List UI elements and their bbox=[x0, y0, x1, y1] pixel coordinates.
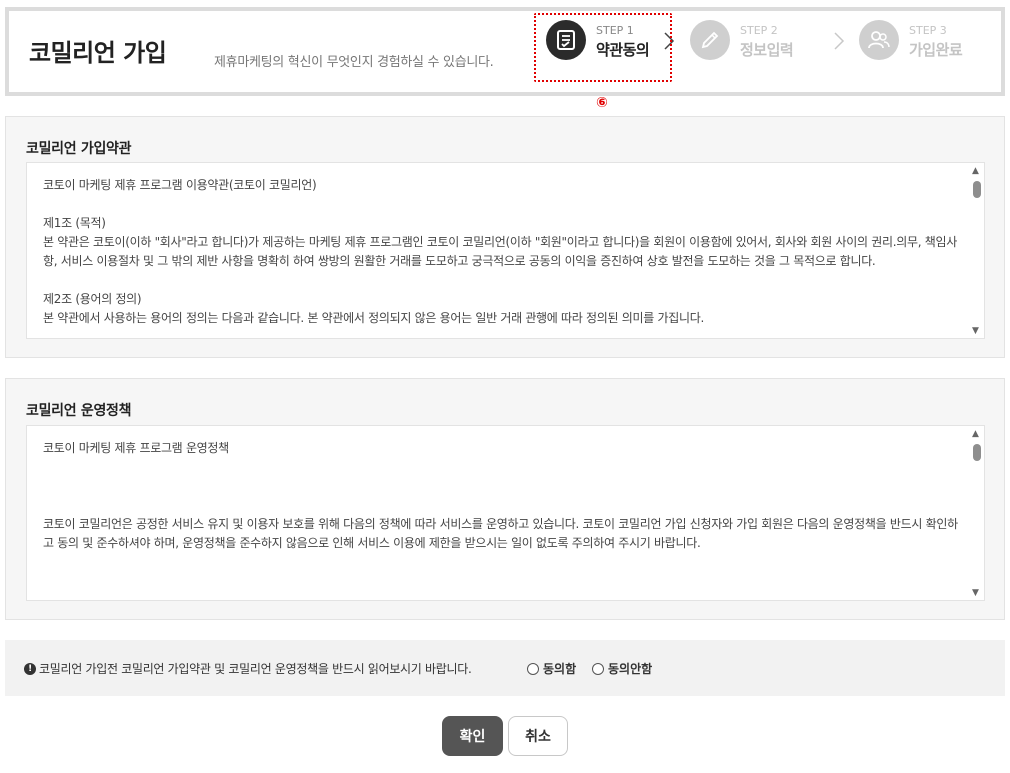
scroll-down-arrow-icon[interactable]: ▼ bbox=[972, 588, 979, 598]
radio-circle[interactable] bbox=[527, 662, 539, 675]
page-title: 코밀리언 가입 bbox=[29, 39, 167, 67]
step-highlight-box bbox=[534, 13, 672, 82]
disagree-radio[interactable]: 동의안함 bbox=[592, 660, 652, 677]
scroll-up-arrow-icon[interactable]: ▲ bbox=[972, 429, 979, 439]
policy-scrollbar[interactable]: ▲ ▼ bbox=[970, 426, 984, 600]
disagree-label[interactable]: 동의안함 bbox=[608, 660, 652, 677]
page-subtitle: 제휴마케팅의 혁신이 무엇인지 경험하실 수 있습니다. bbox=[214, 55, 494, 70]
step-2-name: 정보입력 bbox=[740, 41, 794, 59]
info-icon: ! bbox=[24, 662, 36, 675]
terms-textarea[interactable]: 코토이 마케팅 제휴 프로그램 이용약관(코토이 코밀리언) 제1조 (목적) … bbox=[26, 162, 985, 339]
policy-textarea[interactable]: 코토이 마케팅 제휴 프로그램 운영정책 코토이 코밀리언은 공정한 서비스 유… bbox=[26, 425, 985, 601]
confirm-button[interactable]: 확인 bbox=[442, 716, 503, 756]
scroll-up-arrow-icon[interactable]: ▲ bbox=[972, 166, 979, 176]
terms-paragraph: 본 약관에서 사용하는 용어의 정의는 다음과 같습니다. 본 약관에서 정의되… bbox=[43, 311, 704, 325]
scrollbar-thumb[interactable] bbox=[973, 181, 981, 198]
terms-paragraph: 제2조 (용어의 정의) bbox=[43, 292, 142, 306]
step-2-number: STEP 2 bbox=[740, 24, 778, 37]
step-3-number: STEP 3 bbox=[909, 24, 947, 37]
terms-title: 코밀리언 가입약관 bbox=[26, 141, 132, 157]
annotation-marker: ⑥ bbox=[596, 95, 608, 111]
scroll-down-arrow-icon[interactable]: ▼ bbox=[972, 326, 979, 336]
policy-paragraph: 코토이 코밀리언은 공정한 서비스 유지 및 이용자 보호를 위해 다음의 정책… bbox=[43, 517, 958, 550]
step-3-name: 가입완료 bbox=[909, 41, 963, 59]
terms-paragraph: 본 약관은 코토이(이하 "회사"라고 합니다)가 제공하는 마케팅 제휴 프로… bbox=[43, 235, 958, 268]
terms-section: 코밀리언 가입약관 코토이 마케팅 제휴 프로그램 이용약관(코토이 코밀리언)… bbox=[5, 116, 1005, 358]
agreement-notice: ! 코밀리언 가입전 코밀리언 가입약관 및 코밀리언 운영정책을 반드시 읽어… bbox=[24, 660, 472, 677]
policy-paragraph: 코토이 마케팅 제휴 프로그램 운영정책 bbox=[43, 441, 229, 455]
scrollbar-thumb[interactable] bbox=[973, 444, 981, 461]
agree-label[interactable]: 동의함 bbox=[543, 660, 576, 677]
terms-paragraph: 코토이 마케팅 제휴 프로그램 이용약관(코토이 코밀리언) bbox=[43, 178, 317, 192]
terms-scrollbar[interactable]: ▲ ▼ bbox=[970, 163, 984, 338]
policy-content: 코토이 마케팅 제휴 프로그램 운영정책 코토이 코밀리언은 공정한 서비스 유… bbox=[43, 439, 958, 553]
cancel-button[interactable]: 취소 bbox=[508, 716, 568, 756]
pencil-icon bbox=[690, 20, 730, 60]
terms-paragraph: 제1조 (목적) bbox=[43, 216, 106, 230]
policy-section: 코밀리언 운영정책 코토이 마케팅 제휴 프로그램 운영정책 코토이 코밀리언은… bbox=[5, 378, 1005, 620]
agreement-bar: ! 코밀리언 가입전 코밀리언 가입약관 및 코밀리언 운영정책을 반드시 읽어… bbox=[5, 640, 1005, 696]
policy-title: 코밀리언 운영정책 bbox=[26, 403, 132, 419]
users-icon bbox=[859, 20, 899, 60]
signup-header: 코밀리언 가입 제휴마케팅의 혁신이 무엇인지 경험하실 수 있습니다. bbox=[5, 7, 1005, 96]
chevron-right-icon bbox=[834, 32, 845, 50]
terms-content: 코토이 마케팅 제휴 프로그램 이용약관(코토이 코밀리언) 제1조 (목적) … bbox=[43, 176, 958, 328]
agree-radio[interactable]: 동의함 bbox=[527, 660, 576, 677]
agreement-notice-text: 코밀리언 가입전 코밀리언 가입약관 및 코밀리언 운영정책을 반드시 읽어보시… bbox=[39, 662, 472, 676]
radio-circle[interactable] bbox=[592, 662, 604, 675]
